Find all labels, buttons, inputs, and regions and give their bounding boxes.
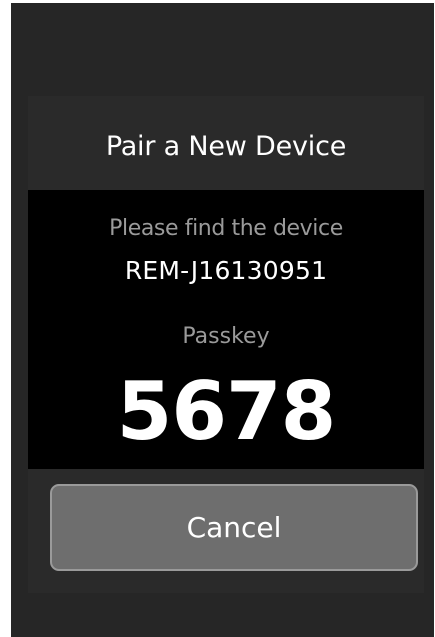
cancel-button[interactable]: Cancel	[50, 484, 418, 571]
passkey-value: 5678	[116, 365, 337, 458]
cancel-button-label: Cancel	[186, 511, 282, 544]
pair-device-dialog: Pair a New Device Please find the device…	[28, 96, 424, 593]
device-screen: Pair a New Device Please find the device…	[11, 3, 434, 637]
device-name: REM-J16130951	[124, 256, 328, 285]
pairing-info-panel: Please find the device REM-J16130951 Pas…	[28, 190, 424, 469]
pairing-instruction: Please find the device	[109, 216, 343, 241]
dialog-title: Pair a New Device	[105, 131, 347, 162]
passkey-label: Passkey	[182, 324, 270, 349]
